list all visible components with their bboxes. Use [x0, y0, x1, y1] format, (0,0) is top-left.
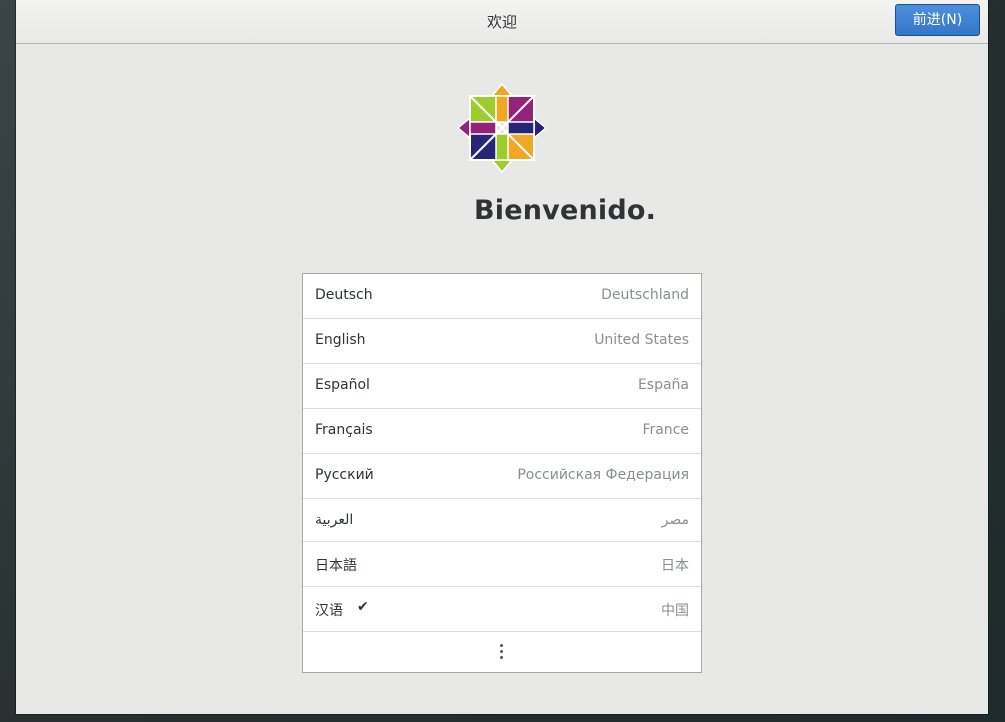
language-region: Российская Федерация [517, 467, 689, 483]
language-name: Deutsch [315, 287, 373, 303]
window-title: 欢迎 [486, 13, 517, 31]
language-row-english[interactable]: English United States [303, 319, 701, 364]
header-bar: 欢迎 前进(N) [16, 0, 988, 44]
language-region: France [642, 422, 689, 438]
welcome-heading: Bienvenido. [474, 195, 657, 226]
centos-logo-icon [456, 82, 548, 174]
language-name: 日本語 [315, 558, 357, 574]
language-list: Deutsch Deutschland English United State… [302, 273, 702, 673]
language-row-francais[interactable]: Français France [303, 409, 701, 454]
language-row-deutsch[interactable]: Deutsch Deutschland [303, 274, 701, 319]
more-languages-button[interactable] [303, 632, 701, 672]
language-name: العربية [315, 512, 354, 528]
language-row-arabic[interactable]: العربية مصر [303, 499, 701, 542]
language-region: 日本 [661, 558, 689, 574]
language-row-chinese[interactable]: 汉语 ✔ 中国 [303, 587, 701, 632]
language-row-espanol[interactable]: Español España [303, 364, 701, 409]
language-name: Español [315, 377, 370, 393]
language-row-japanese[interactable]: 日本語 日本 [303, 542, 701, 587]
view-more-icon [500, 644, 504, 660]
language-region: United States [594, 332, 689, 348]
language-region: Deutschland [601, 287, 689, 303]
next-button[interactable]: 前进(N) [895, 4, 980, 36]
language-name: Русский [315, 467, 374, 483]
language-row-russian[interactable]: Русский Российская Федерация [303, 454, 701, 499]
language-region: España [637, 377, 689, 393]
checkmark-icon: ✔ [357, 599, 369, 615]
language-name: Français [315, 422, 373, 438]
language-region: 中国 [661, 603, 689, 619]
language-region: مصر [661, 512, 689, 528]
language-name: 汉语 [315, 603, 343, 619]
language-name: English [315, 332, 366, 348]
welcome-window: 欢迎 前进(N) Bienvenido. Deutsch Deutschland… [16, 0, 988, 714]
